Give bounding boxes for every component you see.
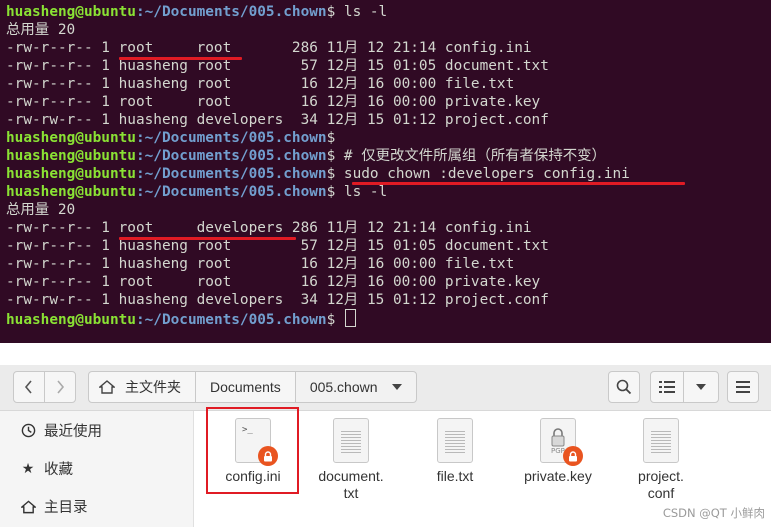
crumb-documents[interactable]: Documents	[196, 371, 296, 403]
text-file-icon	[333, 418, 369, 463]
crumb-documents-label: Documents	[210, 379, 281, 395]
terminal-prompt-line: huasheng@ubuntu:~/Documents/005.chown$ s…	[6, 165, 630, 183]
terminal-output-line: -rw-r--r-- 1 root developers 286 11月 12 …	[6, 220, 532, 236]
key-file-icon: PGP	[540, 418, 583, 466]
home-icon	[20, 499, 36, 515]
search-button[interactable]	[608, 371, 640, 403]
prompt-path: :~/Documents/005.chown	[135, 166, 327, 182]
window-separator	[0, 343, 771, 365]
caret-down-icon	[696, 384, 706, 390]
view-list-button[interactable]	[650, 371, 684, 403]
file-manager-window: 主文件夹 Documents 005.chown 最近使用 ★ 收藏 主目录 >…	[0, 365, 771, 527]
path-bar: 主文件夹 Documents 005.chown	[88, 371, 417, 403]
prompt-user: huasheng@ubuntu	[6, 130, 136, 146]
prompt-command: $ ls -l	[326, 4, 388, 20]
main-menu-button[interactable]	[727, 371, 759, 403]
clock-icon	[20, 423, 36, 439]
annotation-underline-owner-after	[119, 237, 296, 240]
crumb-current-label: 005.chown	[309, 379, 378, 395]
sidebar-item-label: 主目录	[44, 500, 88, 516]
text-file-icon	[643, 418, 679, 463]
header-bar: 主文件夹 Documents 005.chown	[0, 365, 771, 411]
lock-icon	[563, 446, 583, 466]
list-view-icon	[659, 381, 675, 393]
watermark: CSDN @QT 小鲜肉	[662, 506, 765, 520]
sidebar: 最近使用 ★ 收藏 主目录	[0, 411, 194, 527]
prompt-command: $ ls -l	[326, 184, 388, 200]
forward-button[interactable]	[44, 371, 76, 403]
terminal-output-line: -rw-rw-r-- 1 huasheng developers 34 12月 …	[6, 112, 549, 128]
search-icon	[616, 379, 632, 395]
prompt-command: $	[326, 312, 344, 328]
star-icon: ★	[21, 460, 35, 476]
view-options-button[interactable]	[683, 371, 719, 403]
file-item[interactable]: document. txt	[303, 415, 399, 515]
chevron-left-icon	[24, 380, 32, 394]
file-item[interactable]: project. conf	[613, 415, 709, 515]
prompt-command: $ sudo chown :developers config.ini	[326, 166, 630, 182]
prompt-user: huasheng@ubuntu	[6, 148, 136, 164]
terminal-cursor	[344, 309, 356, 327]
terminal-prompt-line: huasheng@ubuntu:~/Documents/005.chown$	[6, 309, 356, 328]
back-button[interactable]	[13, 371, 45, 403]
prompt-user: huasheng@ubuntu	[6, 184, 136, 200]
annotation-underline-command	[352, 182, 685, 185]
sidebar-item-label: 收藏	[44, 462, 73, 478]
file-name: project. conf	[638, 468, 684, 501]
file-name: file.txt	[436, 468, 474, 484]
file-item[interactable]: PGP private.key	[510, 415, 606, 515]
annotation-box-config-ini	[206, 407, 299, 494]
chevron-right-icon	[57, 380, 65, 394]
prompt-user: huasheng@ubuntu	[6, 4, 136, 20]
prompt-command: $	[326, 130, 336, 146]
file-name: document. txt	[318, 468, 384, 501]
text-file-icon	[437, 418, 473, 463]
sidebar-item-starred[interactable]: ★ 收藏	[0, 450, 193, 487]
sidebar-item-recent[interactable]: 最近使用	[0, 412, 193, 449]
prompt-path: :~/Documents/005.chown	[135, 148, 327, 164]
terminal-prompt-line: huasheng@ubuntu:~/Documents/005.chown$ l…	[6, 3, 387, 21]
prompt-user: huasheng@ubuntu	[6, 312, 136, 328]
terminal-output-line: 总用量 20	[6, 202, 76, 218]
crumb-current-folder[interactable]: 005.chown	[295, 371, 417, 403]
terminal-output-line: -rw-r--r-- 1 huasheng root 16 12月 16 00:…	[6, 256, 515, 272]
sidebar-item-home[interactable]: 主目录	[0, 488, 193, 525]
crumb-home-label: 主文件夹	[125, 379, 181, 395]
prompt-path: :~/Documents/005.chown	[135, 4, 327, 20]
terminal-output-line: -rw-r--r-- 1 root root 286 11月 12 21:14 …	[6, 40, 532, 56]
annotation-underline-owner-before	[119, 57, 242, 60]
file-item[interactable]: file.txt	[407, 415, 503, 515]
prompt-path: :~/Documents/005.chown	[135, 130, 327, 146]
crumb-home[interactable]: 主文件夹	[88, 371, 196, 403]
prompt-user: huasheng@ubuntu	[6, 166, 136, 182]
terminal-output-line: -rw-r--r-- 1 huasheng root 16 12月 16 00:…	[6, 76, 515, 92]
terminal-output-line: -rw-r--r-- 1 huasheng root 57 12月 15 01:…	[6, 58, 549, 74]
terminal-prompt-line: huasheng@ubuntu:~/Documents/005.chown$ l…	[6, 183, 387, 201]
terminal-output-line: -rw-r--r-- 1 root root 16 12月 16 00:00 p…	[6, 94, 541, 110]
terminal-output-line: -rw-r--r-- 1 root root 16 12月 16 00:00 p…	[6, 274, 541, 290]
terminal-window[interactable]: huasheng@ubuntu:~/Documents/005.chown$ l…	[0, 0, 771, 343]
caret-down-icon	[391, 384, 402, 390]
prompt-path: :~/Documents/005.chown	[135, 184, 327, 200]
sidebar-item-label: 最近使用	[44, 424, 102, 440]
terminal-prompt-line: huasheng@ubuntu:~/Documents/005.chown$	[6, 129, 335, 147]
prompt-command: $ # 仅更改文件所属组（所有者保持不变）	[326, 148, 606, 164]
terminal-prompt-line: huasheng@ubuntu:~/Documents/005.chown$ #…	[6, 147, 606, 165]
home-icon	[99, 380, 115, 394]
terminal-output-line: -rw-rw-r-- 1 huasheng developers 34 12月 …	[6, 292, 549, 308]
prompt-path: :~/Documents/005.chown	[135, 312, 327, 328]
hamburger-icon	[736, 381, 750, 393]
terminal-output-line: 总用量 20	[6, 22, 76, 38]
file-name: private.key	[524, 468, 592, 484]
